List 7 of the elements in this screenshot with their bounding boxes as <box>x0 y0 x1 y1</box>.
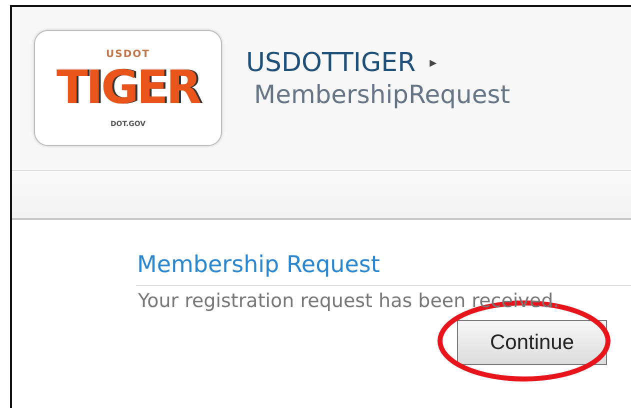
logo-wordmark: TIGER <box>56 60 200 114</box>
section-heading: Membership Request <box>136 252 631 286</box>
continue-button[interactable]: Continue <box>457 320 607 365</box>
logo-text: USDOT <box>106 48 150 60</box>
breadcrumb-separator: ▸ <box>430 55 437 71</box>
page-title: MembershipRequest <box>254 80 510 109</box>
site-link[interactable]: USDOTTIGER <box>246 48 416 78</box>
